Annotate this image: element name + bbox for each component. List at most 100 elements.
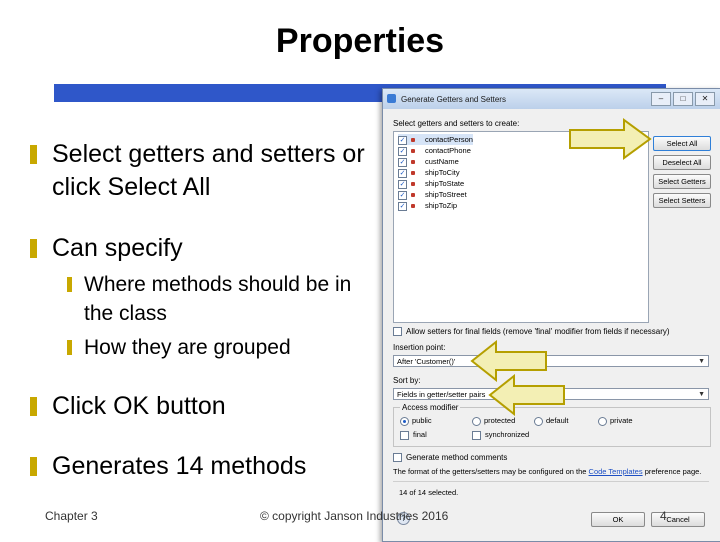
checkbox-label: final [413,430,427,439]
bullet-marker [30,145,37,164]
checkbox[interactable] [472,430,481,440]
slide-title: Properties [275,22,445,60]
footer-chapter: Chapter 3 [45,509,98,523]
radio-protected[interactable]: protected [472,416,515,426]
radio[interactable] [598,416,607,426]
list-item[interactable]: ✓ contactPhone [398,145,471,156]
field-icon [411,193,415,198]
sub-bullet-text: Where methods should be in the class [84,273,352,325]
sub-bullet-where: Where methods should be in the class [67,270,374,328]
field-name: shipToState [425,179,465,188]
access-modifier-label: Access modifier [400,403,461,412]
insertion-point-select[interactable]: After 'Customer()' ▼ [393,355,709,367]
bullet-marker [30,397,37,416]
bullet-text: Generates 14 methods [52,452,307,480]
divider [393,481,709,482]
sub-bullet-grouped: How they are grouped [67,333,374,362]
sub-bullet-text: How they are grouped [84,336,291,359]
bullet-generates: Generates 14 methods [30,450,372,483]
checkbox-synchronized[interactable]: synchronized [472,430,529,440]
select-setters-button[interactable]: Select Setters [653,193,711,208]
format-text: The format of the getters/setters may be… [393,467,587,476]
bullet-click-ok: Click OK button [30,390,372,423]
radio[interactable] [472,416,481,426]
field-icon [411,149,415,154]
combo-value: After 'Customer()' [397,357,456,366]
page-number: 4 [660,509,667,523]
bullet-text: Can specify [52,234,183,262]
radio-label: protected [484,416,516,425]
radio-private[interactable]: private [598,416,633,426]
radio-public[interactable]: public [400,416,432,426]
maximize-icon[interactable]: □ [673,92,693,106]
radio-label: private [610,416,633,425]
select-label: Select getters and setters to create: [393,119,520,128]
select-getters-button[interactable]: Select Getters [653,174,711,189]
field-name: contactPhone [425,146,471,155]
checkbox-checked[interactable]: ✓ [398,157,407,167]
list-item[interactable]: ✓ shipToZip [398,200,457,211]
checkbox-label: Generate method comments [406,453,508,462]
eclipse-app-icon [387,94,396,103]
checkbox-checked[interactable]: ✓ [398,135,407,145]
checkbox-final[interactable]: final [400,430,427,440]
combo-value: Fields in getter/setter pairs [397,390,486,399]
chevron-down-icon: ▼ [698,358,705,365]
arrow-left-icon [488,374,565,416]
checkbox[interactable] [393,453,402,463]
generate-comments-checkbox[interactable]: Generate method comments [393,453,508,463]
field-icon [411,138,415,143]
bullet-marker [30,239,37,258]
field-name: shipToCity [425,168,460,177]
bullet-can-specify: Can specify [30,232,372,265]
close-icon[interactable]: ✕ [695,92,715,106]
field-icon [411,204,415,209]
list-item[interactable]: ✓ shipToStreet [398,189,467,200]
radio-default[interactable]: default [534,416,569,426]
bullet-text: Select getters and setters or click Sele… [52,140,365,201]
format-note: The format of the getters/setters may be… [393,467,701,476]
code-templates-link[interactable]: Code Templates [589,467,643,476]
checkbox[interactable] [400,430,409,440]
sub-bullet-marker [67,340,72,355]
format-suffix: preference page. [644,467,702,476]
list-item[interactable]: ✓ contactPerson [398,134,473,145]
radio-label: default [546,416,569,425]
select-all-button[interactable]: Select All [653,136,711,151]
field-icon [411,160,415,165]
bullet-select-getters: Select getters and setters or click Sele… [30,138,372,204]
checkbox-label: Allow setters for final fields (remove '… [406,327,670,336]
field-name: contactPerson [425,135,473,144]
checkbox-checked[interactable]: ✓ [398,168,407,178]
list-item[interactable]: ✓ shipToCity [398,167,460,178]
checkbox-label: synchronized [485,430,530,439]
field-name: shipToStreet [425,190,467,199]
sort-by-label: Sort by: [393,376,421,385]
checkbox-checked[interactable]: ✓ [398,190,407,200]
field-icon [411,171,415,176]
sub-bullet-marker [67,277,72,292]
generate-getters-setters-dialog: Generate Getters and Setters – □ ✕ Selec… [382,88,720,542]
checkbox-checked[interactable]: ✓ [398,179,407,189]
bullet-text: Click OK button [52,392,226,420]
bullet-marker [30,457,37,476]
allow-setters-final-checkbox[interactable]: Allow setters for final fields (remove '… [393,327,670,337]
checkbox[interactable] [393,327,402,337]
selection-count: 14 of 14 selected. [399,488,459,497]
minimize-icon[interactable]: – [651,92,671,106]
radio-label: public [412,416,432,425]
dialog-titlebar: Generate Getters and Setters – □ ✕ [383,89,720,109]
dialog-title: Generate Getters and Setters [401,95,506,104]
ok-button[interactable]: OK [591,512,645,527]
list-item[interactable]: ✓ custName [398,156,459,167]
deselect-all-button[interactable]: Deselect All [653,155,711,170]
list-item[interactable]: ✓ shipToState [398,178,464,189]
field-name: custName [425,157,459,166]
footer-copyright: © copyright Janson Industries 2016 [260,509,449,523]
field-name: shipToZip [425,201,458,210]
checkbox-checked[interactable]: ✓ [398,201,407,211]
radio[interactable] [534,416,543,426]
arrow-right-icon [569,118,652,160]
radio-selected[interactable] [400,416,409,426]
checkbox-checked[interactable]: ✓ [398,146,407,156]
